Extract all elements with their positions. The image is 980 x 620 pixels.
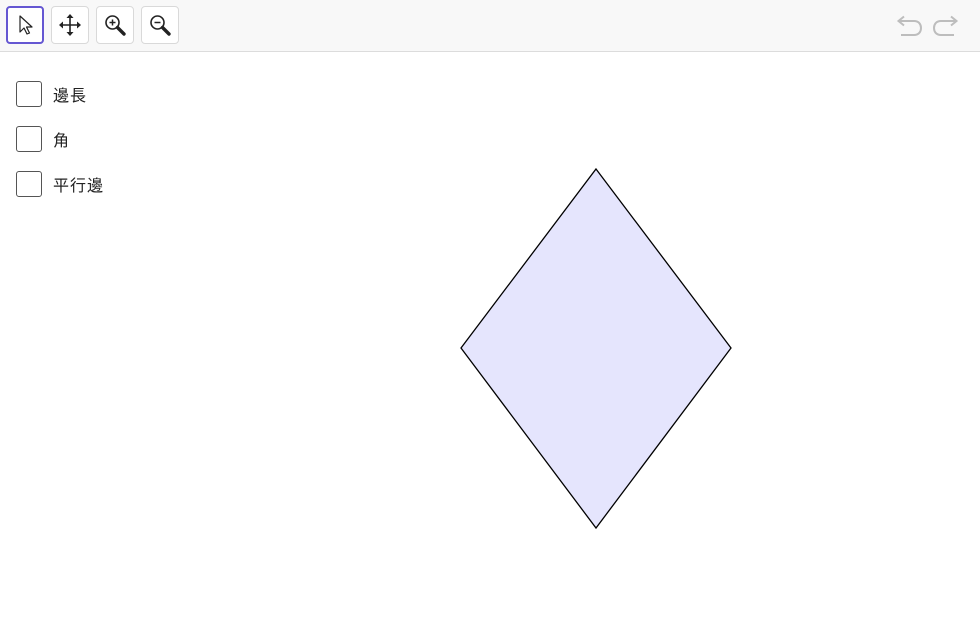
zoom-in-button[interactable] [96,6,134,44]
arrow-pointer-icon [19,15,33,35]
rhombus-shape[interactable] [460,167,732,530]
undo-icon [896,15,923,36]
graphics-view[interactable]: 邊長 角 平行邊 [0,53,980,620]
four-way-arrow-icon [59,14,81,36]
zoom-in-icon [105,15,126,36]
toolbar [0,0,980,52]
drawing-layer [460,167,732,530]
move-tool-button[interactable] [6,6,44,44]
zoom-out-button[interactable] [141,6,179,44]
move-graphics-view-button[interactable] [51,6,89,44]
zoom-out-icon [150,15,171,36]
redo-icon [932,15,959,36]
redo-button[interactable] [930,12,962,40]
undo-button[interactable] [893,12,925,40]
geogebra-app: 邊長 角 平行邊 [0,0,980,620]
